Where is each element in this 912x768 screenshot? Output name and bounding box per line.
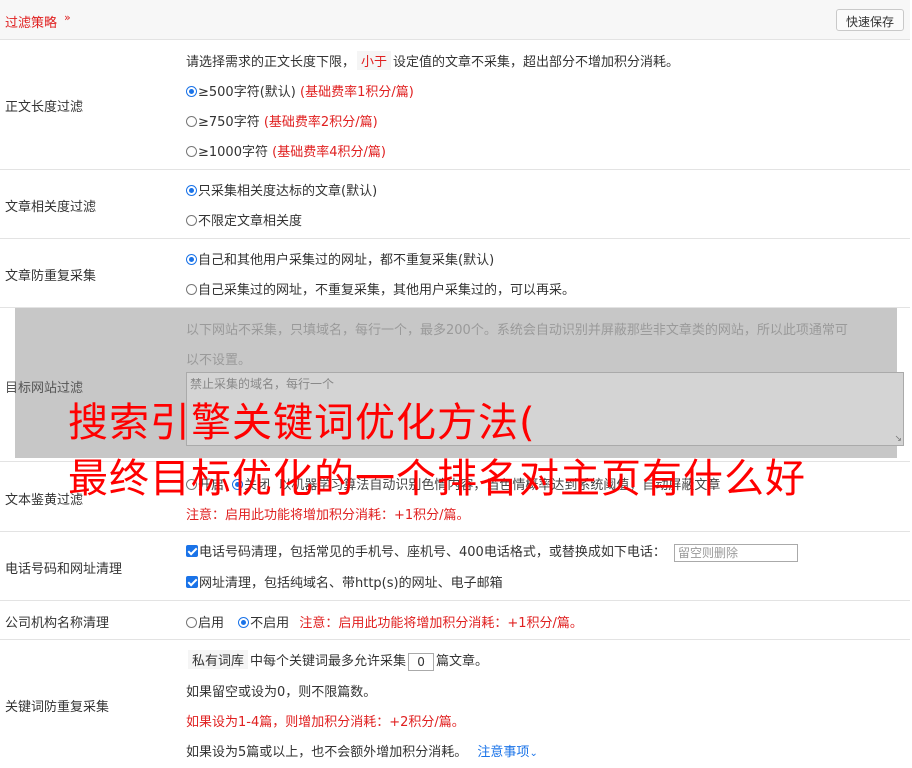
relevance-option-qualified[interactable]: 只采集相关度达标的文章(默认): [186, 180, 377, 199]
dedup-option-all[interactable]: 自己和其他用户采集过的网址，都不重复采集(默认): [186, 249, 494, 268]
resize-grip-icon[interactable]: ↘: [894, 434, 902, 444]
relevance-option-unlimited[interactable]: 不限定文章相关度: [186, 210, 302, 229]
replacement-phone-input[interactable]: 留空则删除: [673, 543, 798, 562]
textarea-placeholder: 禁止采集的域名，每行一个: [190, 377, 335, 391]
company-cost-note: 注意：启用此功能将增加积分消耗：+1积分/篇。: [299, 616, 583, 631]
keyword-limit-line: 私有词库 中每个关键词最多允许采集 0 篇文章。: [186, 650, 488, 671]
url-cleanup-option[interactable]: 网址清理，包括纯域名、带http(s)的网址、电子邮箱: [186, 572, 503, 591]
checkbox[interactable]: [186, 545, 198, 557]
overlay-headline-line1: 搜索引擎关键词优化方法(: [68, 400, 536, 446]
radio-button[interactable]: [186, 116, 197, 127]
row-company-cleanup: 公司机构名称清理 启用 不启用 注意：启用此功能将增加积分消耗：+1积分/篇。: [0, 601, 910, 640]
checkbox[interactable]: [186, 576, 198, 588]
row-label: 电话号码和网址清理: [5, 562, 123, 577]
notes-link[interactable]: 注意事项: [477, 745, 529, 760]
length-option-500[interactable]: ≥500字符(默认) (基础费率1积分/篇): [186, 81, 414, 100]
porn-cost-note: 注意：启用此功能将增加积分消耗：+1积分/篇。: [186, 508, 470, 523]
radio-button[interactable]: [186, 146, 197, 157]
chevron-down-icon[interactable]: ⌄: [529, 748, 537, 759]
length-description: 请选择需求的正文长度下限， 小于 设定值的文章不采集，超出部分不增加积分消耗。: [186, 51, 679, 70]
radio-button[interactable]: [186, 86, 197, 97]
row-contact-cleanup: 电话号码和网址清理 电话号码清理，包括常见的手机号、座机号、400电话格式，或替…: [0, 532, 910, 601]
length-option-750[interactable]: ≥750字符 (基础费率2积分/篇): [186, 111, 378, 130]
row-label: 文章相关度过滤: [5, 200, 97, 215]
section-title[interactable]: 过滤策略: [5, 12, 57, 31]
length-option-1000[interactable]: ≥1000字符 (基础费率4积分/篇): [186, 141, 386, 160]
overlay-headline-line2: 最终目标优化的一个排名对主页有什么好: [68, 456, 806, 502]
row-keyword-dedup: 关键词防重复采集 私有词库 中每个关键词最多允许采集 0 篇文章。 如果留空或设为0，…: [0, 640, 910, 768]
row-label: 关键词防重复采集: [5, 700, 110, 715]
less-than-tag: 小于: [357, 51, 392, 70]
keyword-rule-empty: 如果留空或设为0，则不限篇数。: [186, 685, 377, 700]
private-lexicon-tag[interactable]: 私有词库: [188, 650, 249, 669]
double-chevron-down-icon[interactable]: »: [64, 11, 71, 24]
keyword-rule-cost: 如果设为1-4篇，则增加积分消耗：+2积分/篇。: [186, 715, 465, 730]
row-length-filter: 正文长度过滤 请选择需求的正文长度下限， 小于 设定值的文章不采集，超出部分不增加积…: [0, 40, 910, 170]
site-description-line1: 以下网站不采集，只填域名，每行一个，最多200个。系统会自动识别并屏蔽那些非文章…: [186, 323, 848, 338]
quick-save-button[interactable]: 快速保存: [836, 9, 904, 31]
max-articles-input[interactable]: 0: [408, 652, 435, 671]
radio-button[interactable]: [186, 284, 197, 295]
radio-button[interactable]: [186, 215, 197, 226]
dedup-option-self[interactable]: 自己采集过的网址，不重复采集，其他用户采集过的，可以再采。: [186, 279, 575, 298]
radio-enable[interactable]: [186, 617, 197, 628]
row-dedup-filter: 文章防重复采集 自己和其他用户采集过的网址，都不重复采集(默认) 自己采集过的网…: [0, 239, 910, 308]
site-description-line2: 以不设置。: [186, 353, 252, 368]
radio-button[interactable]: [186, 254, 197, 265]
row-relevance-filter: 文章相关度过滤 只采集相关度达标的文章(默认) 不限定文章相关度: [0, 170, 910, 239]
company-options: 启用 不启用 注意：启用此功能将增加积分消耗：+1积分/篇。: [186, 612, 583, 631]
radio-disable[interactable]: [238, 617, 250, 628]
filter-strategy-header: 过滤策略 » 快速保存: [0, 0, 910, 40]
row-label: 公司机构名称清理: [5, 616, 110, 631]
row-label: 文章防重复采集: [5, 269, 97, 284]
keyword-rule-free: 如果设为5篇或以上，也不会额外增加积分消耗。 注意事项⌄: [186, 745, 538, 760]
row-label: 正文长度过滤: [5, 100, 84, 115]
phone-cleanup-option[interactable]: 电话号码清理，包括常见的手机号、座机号、400电话格式，或替换成如下电话： 留空…: [186, 541, 798, 562]
radio-button[interactable]: [186, 185, 197, 196]
